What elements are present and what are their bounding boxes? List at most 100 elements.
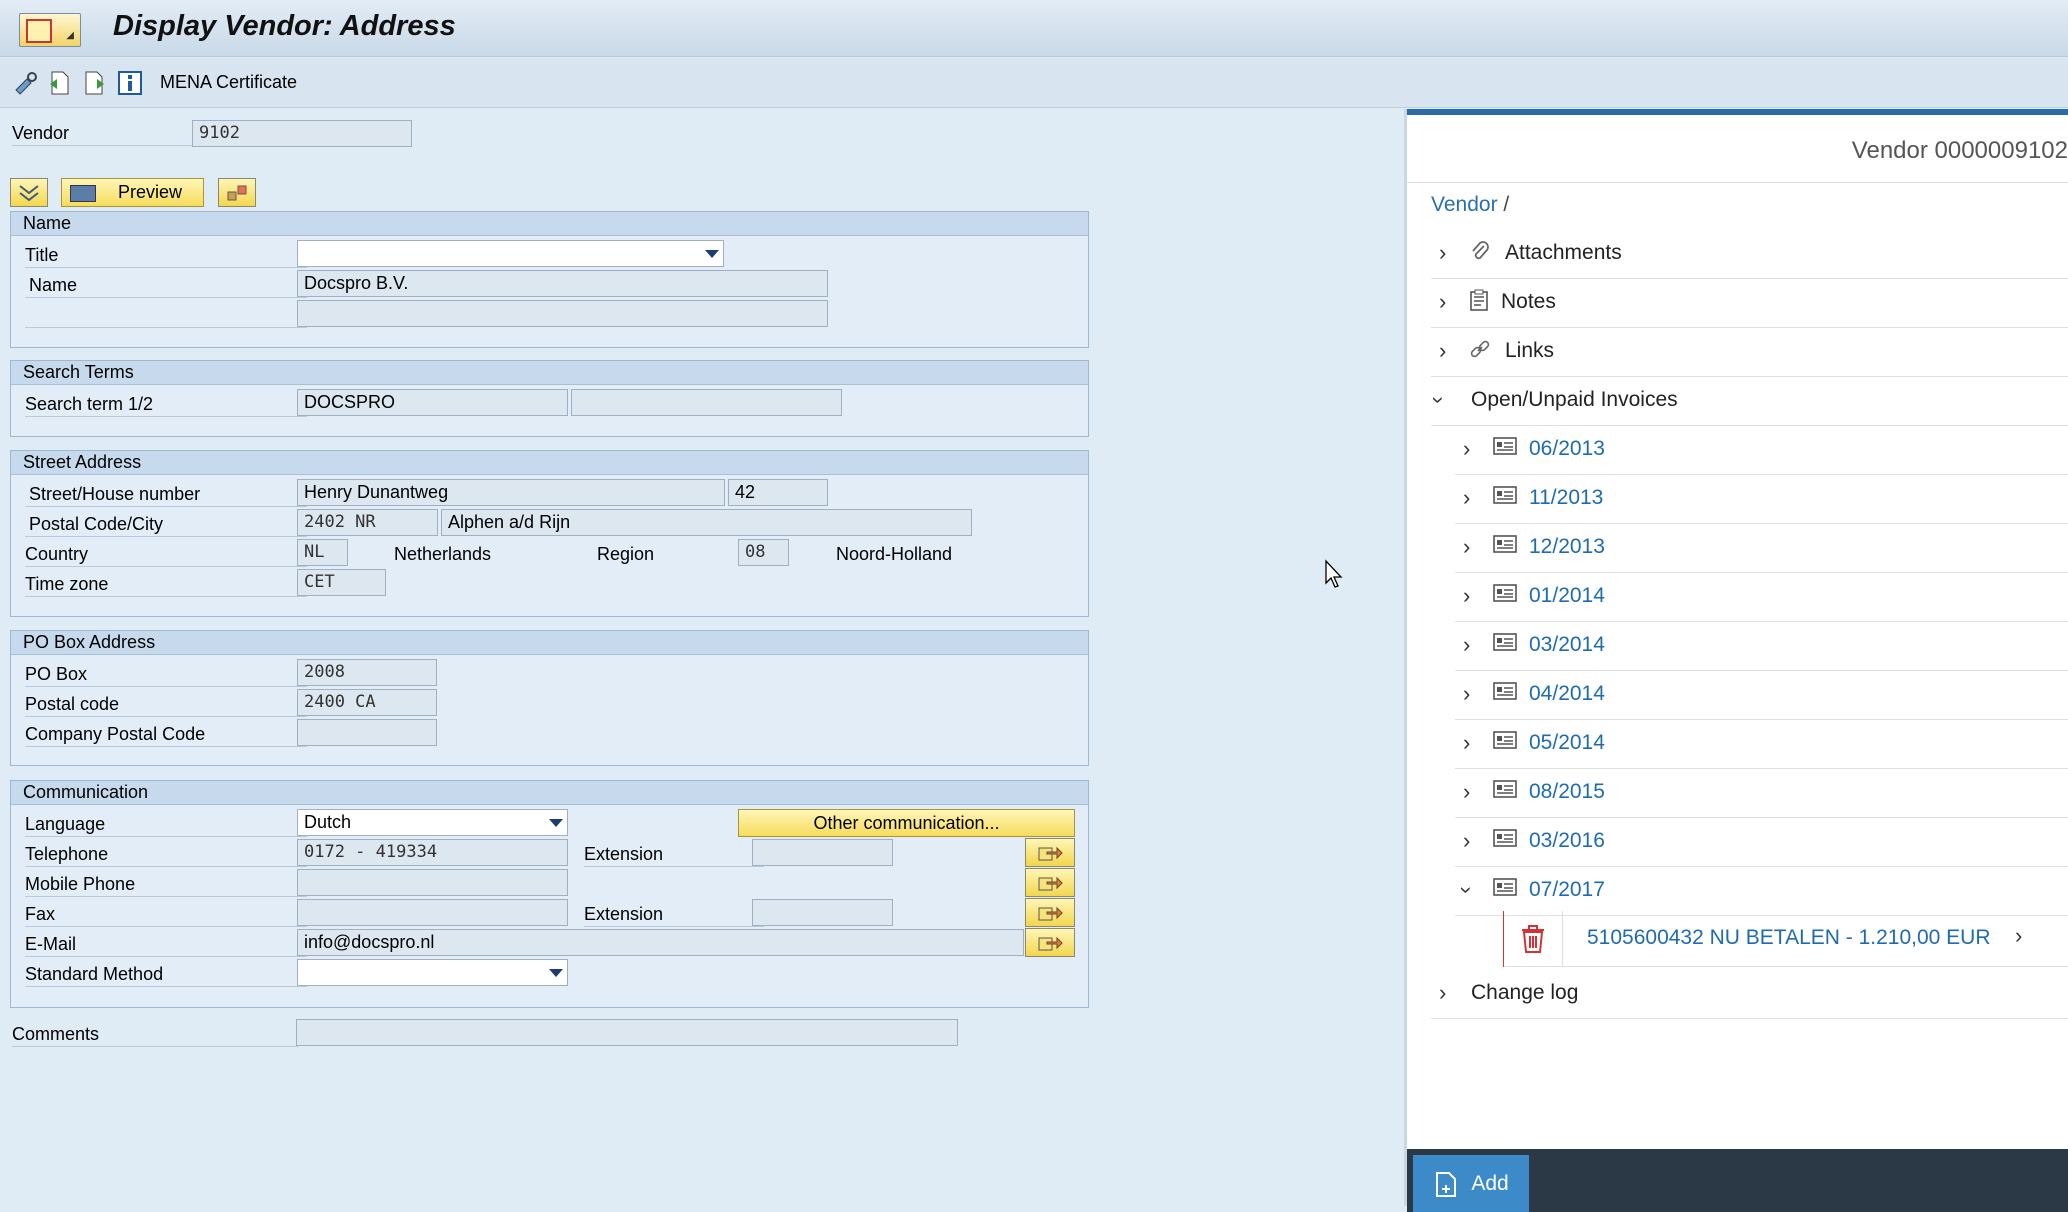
chevron-right-icon[interactable]: › (1463, 681, 1470, 707)
street-field[interactable]: Henry Dunantweg (297, 479, 725, 506)
po-box-field[interactable]: 2008 (297, 659, 437, 686)
tree-row-attachments[interactable]: › Attachments (1431, 230, 2068, 279)
invoice-period-row[interactable]: › 03/2016 (1455, 818, 2068, 867)
invoice-period-label[interactable]: 04/2014 (1529, 682, 1605, 706)
country-code-field[interactable]: NL (297, 539, 348, 566)
invoice-period-row[interactable]: › 05/2014 (1455, 720, 2068, 769)
title-dropdown[interactable] (297, 240, 724, 267)
region-code-field[interactable]: 08 (738, 539, 789, 566)
invoice-period-row[interactable]: › 08/2015 (1455, 769, 2068, 818)
invoice-period-label[interactable]: 08/2015 (1529, 780, 1605, 804)
breadcrumb-vendor-link[interactable]: Vendor (1431, 193, 1498, 216)
display-change-icon[interactable] (13, 70, 39, 96)
tree-row-links[interactable]: › Links (1431, 328, 2068, 377)
chevron-right-icon[interactable]: › (1439, 289, 1446, 315)
chevron-right-icon[interactable]: › (1463, 436, 1470, 462)
time-zone-label: Time zone (25, 574, 109, 594)
international-versions-button[interactable] (218, 178, 256, 207)
chevron-right-icon[interactable]: › (1463, 730, 1470, 756)
chevron-right-icon[interactable]: › (1463, 534, 1470, 560)
delete-icon[interactable] (1503, 911, 1563, 967)
tree-row-change-log[interactable]: › Change log (1431, 970, 2068, 1019)
invoice-folder-icon (1493, 877, 1517, 903)
invoice-folder-icon (1493, 779, 1517, 805)
invoice-period-label[interactable]: 03/2016 (1529, 829, 1605, 853)
chevron-right-icon[interactable]: › (1463, 583, 1470, 609)
chevron-down-icon[interactable] (549, 969, 563, 977)
mobile-phone-field[interactable] (297, 869, 568, 896)
telephone-field[interactable]: 0172 - 419334 (297, 839, 568, 866)
invoice-period-row[interactable]: › 12/2013 (1455, 524, 2068, 573)
po-postal-code-field[interactable]: 2400 CA (297, 689, 437, 716)
company-postal-code-field[interactable] (297, 719, 437, 746)
invoice-period-row[interactable]: › 04/2014 (1455, 671, 2068, 720)
name-field[interactable]: Docspro B.V. (297, 270, 828, 297)
time-zone-field[interactable]: CET (297, 569, 386, 596)
invoice-period-label[interactable]: 06/2013 (1529, 437, 1605, 461)
label-underline (25, 416, 307, 417)
invoice-period-row[interactable]: › 06/2013 (1455, 426, 2068, 475)
chevron-right-icon[interactable]: › (1463, 779, 1470, 805)
po-postal-code-label: Postal code (25, 694, 120, 714)
chevron-right-icon[interactable]: › (1439, 338, 1446, 364)
city-field[interactable]: Alphen a/d Rijn (441, 509, 972, 536)
postal-code-field[interactable]: 2402 NR (297, 509, 438, 536)
invoice-period-label[interactable]: 03/2014 (1529, 633, 1605, 657)
vendor-field[interactable]: 9102 (192, 120, 412, 147)
tree-row-open-invoices[interactable]: › Open/Unpaid Invoices (1427, 377, 2068, 426)
other-communication-button[interactable]: Other communication... (738, 809, 1075, 837)
house-number-field[interactable]: 42 (728, 479, 828, 506)
invoice-period-label[interactable]: 11/2013 (1529, 486, 1603, 510)
invoice-period-label[interactable]: 12/2013 (1529, 535, 1605, 559)
name2-field[interactable] (297, 300, 828, 327)
previous-record-icon[interactable] (47, 70, 73, 96)
open-item-row[interactable]: 5105600432 NU BETALEN - 1.210,00 EUR › (1503, 911, 2068, 967)
transaction-menu-icon[interactable]: ◢ (19, 13, 81, 47)
email-field[interactable]: info@docspro.nl (297, 929, 1024, 956)
chevron-right-icon[interactable]: › (1439, 240, 1446, 266)
label-underline (12, 145, 192, 146)
telephone-more-button[interactable] (1025, 838, 1075, 867)
preview-button[interactable]: Preview (61, 178, 204, 207)
company-postal-code-label: Company Postal Code (25, 724, 206, 744)
standard-method-dropdown[interactable] (297, 959, 568, 986)
invoice-period-label[interactable]: 07/2017 (1529, 878, 1605, 902)
add-button[interactable]: Add (1413, 1155, 1529, 1212)
telephone-extension-field[interactable] (752, 839, 893, 866)
email-more-button[interactable] (1025, 928, 1075, 957)
fax-extension-field[interactable] (752, 899, 893, 926)
next-record-icon[interactable] (81, 70, 107, 96)
invoice-period-row[interactable]: › 11/2013 (1455, 475, 2068, 524)
info-icon[interactable] (117, 70, 143, 96)
chevron-right-icon[interactable]: › (1463, 828, 1470, 854)
chevron-right-icon[interactable]: › (2015, 923, 2022, 949)
chevron-down-icon[interactable]: › (1454, 886, 1480, 893)
comments-field[interactable] (296, 1019, 958, 1046)
search-term-1-field[interactable]: DOCSPRO (297, 389, 568, 416)
invoice-period-row[interactable]: › 01/2014 (1455, 573, 2068, 622)
invoice-period-label[interactable]: 01/2014 (1529, 584, 1605, 608)
label-underline (25, 536, 307, 537)
fax-more-button[interactable] (1025, 898, 1075, 927)
chevron-right-icon[interactable]: › (1439, 980, 1446, 1006)
invoice-period-label[interactable]: 05/2014 (1529, 731, 1605, 755)
open-item-link[interactable]: 5105600432 NU BETALEN - 1.210,00 EUR (1587, 926, 1991, 950)
fax-field[interactable] (297, 899, 568, 926)
chevron-down-icon[interactable] (705, 250, 719, 258)
mena-certificate-button[interactable]: MENA Certificate (160, 72, 297, 93)
invoice-period-row[interactable]: › 03/2014 (1455, 622, 2068, 671)
expand-collapse-button[interactable] (10, 178, 48, 207)
invoice-period-row[interactable]: › 07/2017 (1455, 867, 2068, 916)
label-underline (25, 327, 307, 328)
search-term-2-field[interactable] (571, 389, 842, 416)
comments-label: Comments (12, 1024, 100, 1044)
mobile-more-button[interactable] (1025, 868, 1075, 897)
tree-row-notes[interactable]: › Notes (1431, 279, 2068, 328)
chevron-down-icon[interactable]: › (1426, 396, 1452, 403)
chevron-down-icon[interactable] (549, 819, 563, 827)
chevron-right-icon[interactable]: › (1463, 632, 1470, 658)
label-underline (25, 896, 307, 897)
language-dropdown[interactable]: Dutch (297, 809, 568, 836)
chevron-right-icon[interactable]: › (1463, 485, 1470, 511)
region-name: Noord-Holland (836, 544, 953, 564)
